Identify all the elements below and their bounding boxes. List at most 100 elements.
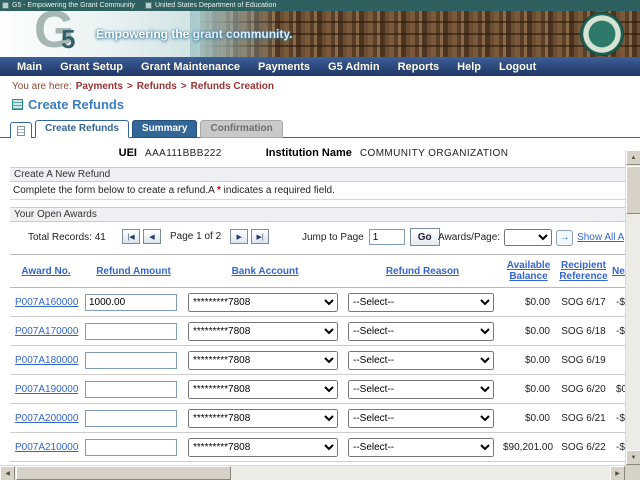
page-nav-buttons: |◀ ◀ Page 1 of 2 ▶ ▶| bbox=[122, 229, 269, 244]
refund-amount-input[interactable] bbox=[85, 381, 177, 398]
g5-application-window: G5 - Empowering the Grant Community Unit… bbox=[0, 0, 640, 480]
scroll-right-icon[interactable]: ▶ bbox=[610, 466, 625, 480]
breadcrumb-payments[interactable]: Payments bbox=[76, 81, 123, 92]
jump-to-page-group: Jump to Page Go bbox=[302, 228, 440, 246]
refund-reason-select[interactable]: --Select-- bbox=[348, 380, 494, 399]
tab-bar: Create Refunds Summary Confirmation bbox=[10, 120, 283, 138]
recipient-reference-value: SOG 6/22 bbox=[557, 433, 610, 462]
award-row: P007A160000 *********7808 --Select-- $0.… bbox=[10, 288, 627, 317]
bank-account-select[interactable]: *********7808 bbox=[188, 322, 338, 341]
nav-logout[interactable]: Logout bbox=[490, 61, 545, 73]
open-awards-section-header: Your Open Awards bbox=[10, 207, 627, 222]
tab-create-refunds[interactable]: Create Refunds bbox=[35, 120, 129, 138]
bank-account-select[interactable]: *********7808 bbox=[188, 351, 338, 370]
awards-per-page-group: Awards/Page: → Show All A bbox=[438, 229, 624, 246]
first-page-button[interactable]: |◀ bbox=[122, 229, 140, 244]
breadcrumb-refunds[interactable]: Refunds bbox=[137, 81, 177, 92]
nav-grant-maintenance[interactable]: Grant Maintenance bbox=[132, 61, 249, 73]
header-refund-reason[interactable]: Refund Reason bbox=[345, 255, 500, 288]
horizontal-scrollbar-thumb[interactable] bbox=[16, 466, 231, 480]
award-number-link[interactable]: P007A180000 bbox=[15, 355, 78, 366]
refund-reason-select[interactable]: --Select-- bbox=[348, 438, 494, 457]
total-records: Total Records: 41 bbox=[28, 232, 106, 243]
awards-per-page-go-icon[interactable]: → bbox=[556, 230, 573, 246]
available-balance-value: $0.00 bbox=[500, 404, 557, 433]
available-balance-value: $0.00 bbox=[500, 288, 557, 317]
header-bank-account[interactable]: Bank Account bbox=[185, 255, 345, 288]
vertical-scrollbar[interactable]: ▲ ▼ bbox=[625, 150, 640, 465]
refund-amount-input[interactable] bbox=[85, 294, 177, 311]
award-number-link[interactable]: P007A190000 bbox=[15, 384, 78, 395]
nav-help[interactable]: Help bbox=[448, 61, 490, 73]
nav-g5-admin[interactable]: G5 Admin bbox=[319, 61, 389, 73]
available-balance-value: $0.00 bbox=[500, 346, 557, 375]
breadcrumb-separator: > bbox=[127, 81, 133, 92]
page-indicator: Page 1 of 2 bbox=[170, 231, 221, 242]
nav-reports[interactable]: Reports bbox=[389, 61, 449, 73]
scroll-up-icon[interactable]: ▲ bbox=[626, 150, 640, 165]
recipient-reference-value: SOG 6/20 bbox=[557, 375, 610, 404]
recipient-reference-value: SOG 6/17 bbox=[557, 288, 610, 317]
bank-account-select[interactable]: *********7808 bbox=[188, 409, 338, 428]
main-nav: Main Grant Setup Grant Maintenance Payme… bbox=[0, 57, 640, 76]
breadcrumb-refunds-creation[interactable]: Refunds Creation bbox=[191, 81, 274, 92]
tab-summary[interactable]: Summary bbox=[132, 120, 198, 138]
refund-reason-select[interactable]: --Select-- bbox=[348, 322, 494, 341]
last-page-button[interactable]: ▶| bbox=[251, 229, 269, 244]
refund-amount-input[interactable] bbox=[85, 439, 177, 456]
refund-reason-select[interactable]: --Select-- bbox=[348, 351, 494, 370]
titlebar-right-group: United States Department of Education bbox=[145, 2, 276, 9]
award-number-link[interactable]: P007A210000 bbox=[15, 442, 78, 453]
prev-page-button[interactable]: ◀ bbox=[143, 229, 161, 244]
institution-info-row: UEI AAA111BBB222 Institution Name COMMUN… bbox=[0, 147, 627, 159]
award-number-link[interactable]: P007A160000 bbox=[15, 297, 78, 308]
tab-form-icon-button[interactable] bbox=[10, 122, 32, 138]
available-balance-value: $90,201.00 bbox=[500, 433, 557, 462]
open-awards-table: Award No. Refund Amount Bank Account Ref… bbox=[10, 254, 627, 464]
instructions-suffix: indicates a required field. bbox=[221, 185, 335, 196]
available-balance-value: $0.00 bbox=[500, 317, 557, 346]
bank-account-select[interactable]: *********7808 bbox=[188, 438, 338, 457]
window-titlebar: G5 - Empowering the Grant Community Unit… bbox=[0, 0, 640, 11]
g5-logo-5: 5 bbox=[61, 26, 75, 52]
header-recipient-reference[interactable]: Recipient Reference bbox=[557, 255, 610, 288]
uei-value: AAA111BBB222 bbox=[145, 148, 222, 159]
scroll-down-icon[interactable]: ▼ bbox=[626, 450, 640, 465]
available-balance-value: $0.00 bbox=[500, 375, 557, 404]
refund-amount-input[interactable] bbox=[85, 323, 177, 340]
header-award-no[interactable]: Award No. bbox=[10, 255, 82, 288]
award-number-link[interactable]: P007A170000 bbox=[15, 326, 78, 337]
form-page-icon bbox=[17, 126, 25, 136]
header-available-balance[interactable]: Available Balance bbox=[500, 255, 557, 288]
nav-main[interactable]: Main bbox=[8, 61, 51, 73]
scroll-left-icon[interactable]: ◀ bbox=[0, 466, 15, 480]
show-all-awards-link[interactable]: Show All A bbox=[577, 232, 624, 243]
form-instructions: Complete the form below to create a refu… bbox=[13, 185, 335, 196]
jump-to-page-input[interactable] bbox=[369, 229, 405, 245]
page-title: Create Refunds bbox=[28, 97, 124, 112]
bank-account-select[interactable]: *********7808 bbox=[188, 380, 338, 399]
award-number-link[interactable]: P007A200000 bbox=[15, 413, 78, 424]
refund-amount-input[interactable] bbox=[85, 352, 177, 369]
page-title-row: Create Refunds bbox=[12, 97, 124, 112]
table-header-row: Award No. Refund Amount Bank Account Ref… bbox=[10, 255, 627, 288]
awards-per-page-select[interactable] bbox=[504, 229, 552, 246]
nav-payments[interactable]: Payments bbox=[249, 61, 319, 73]
nav-grant-setup[interactable]: Grant Setup bbox=[51, 61, 132, 73]
header-refund-amount[interactable]: Refund Amount bbox=[82, 255, 185, 288]
pagination-bar: Total Records: 41 |◀ ◀ Page 1 of 2 ▶ ▶| … bbox=[10, 224, 627, 251]
refund-reason-select[interactable]: --Select-- bbox=[348, 293, 494, 312]
refund-amount-input[interactable] bbox=[85, 410, 177, 427]
horizontal-scrollbar[interactable]: ◀ ▶ bbox=[0, 465, 625, 480]
vertical-scrollbar-thumb[interactable] bbox=[626, 166, 640, 214]
breadcrumb-prefix: You are here: bbox=[12, 81, 72, 92]
ed-favicon-icon bbox=[145, 2, 152, 9]
bank-account-select[interactable]: *********7808 bbox=[188, 293, 338, 312]
next-page-button[interactable]: ▶ bbox=[230, 229, 248, 244]
go-button[interactable]: Go bbox=[410, 228, 440, 246]
scrollbar-corner bbox=[625, 465, 640, 480]
refund-reason-select[interactable]: --Select-- bbox=[348, 409, 494, 428]
awards-per-page-label: Awards/Page: bbox=[438, 232, 500, 243]
tab-confirmation[interactable]: Confirmation bbox=[200, 120, 282, 138]
create-refunds-icon bbox=[12, 99, 23, 110]
